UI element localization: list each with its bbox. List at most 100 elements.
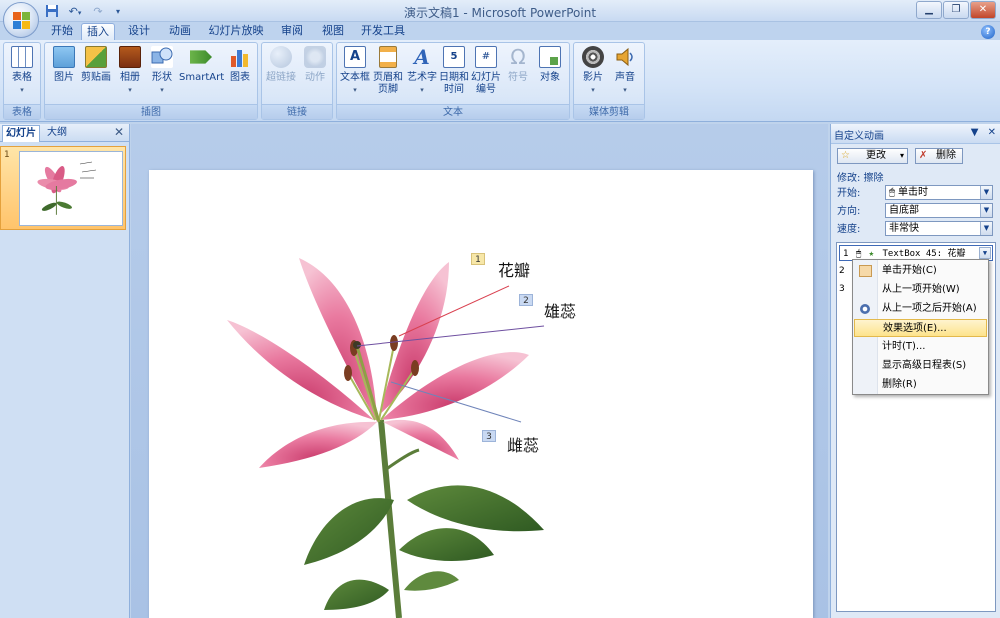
slides-pane-tabs: 幻灯片 大纲 ✕ [0,124,129,142]
sound-button[interactable]: 声音 ▾ [610,46,640,96]
slide-thumbnail-selected[interactable]: 1 [0,146,126,230]
tab-animations[interactable]: 动画 [163,23,197,41]
close-icon[interactable]: ✕ [988,127,996,138]
table-icon [11,46,33,68]
help-icon[interactable]: ? [981,25,995,39]
speed-select[interactable]: 非常快 ▼ [885,221,993,236]
shapes-button[interactable]: 形状 ▾ [147,46,177,96]
smartart-button[interactable]: SmartArt [179,46,224,84]
animation-list-item[interactable]: 2 [839,263,845,279]
menu-item-remove[interactable]: 删除(R) [854,376,987,394]
clock-icon [860,304,870,314]
smartart-icon [190,50,212,64]
callout-2-marker[interactable]: 2 [519,294,533,306]
textbox-button[interactable]: A 文本框 ▾ [339,46,371,96]
minimize-icon[interactable]: ▁ [916,1,942,19]
animation-list-item[interactable]: 3 [839,281,845,297]
slide-thumbnail[interactable] [19,151,123,226]
action-icon [304,46,326,68]
tab-insert[interactable]: 插入 [81,23,115,41]
office-logo-icon [13,12,31,30]
group-label-illustrations: 插图 [45,104,257,119]
menu-item-advanced-timeline[interactable]: 显示高级日程表(S) [854,357,987,375]
chart-button[interactable]: 图表 [225,46,255,84]
animation-context-menu: 单击开始(C) 从上一项开始(W) 从上一项之后开始(A) 效果选项(E)...… [852,259,989,395]
menu-item-start-on-click[interactable]: 单击开始(C) [854,262,987,280]
start-label: 开始: [837,188,861,199]
picture-button[interactable]: 图片 [49,46,79,84]
symbol-button[interactable]: Ω 符号 [503,46,533,84]
group-text: A 文本框 ▾ 页眉和 页脚 A 艺术字 ▾ 5 日期和 时间 # 幻灯片 编号 Ω 符号… [336,42,570,120]
task-pane-controls: ▼ ✕ [971,127,996,138]
header-footer-icon [379,46,397,68]
menu-item-start-after-previous[interactable]: 从上一项之后开始(A) [854,300,987,318]
calendar-icon: 5 [443,46,465,68]
wordart-icon: A [414,45,430,69]
direction-label: 方向: [837,206,861,217]
photo-album-icon [119,46,141,68]
omega-icon: Ω [510,45,526,69]
slides-pane: 幻灯片 大纲 ✕ 1 [0,124,130,618]
tab-home[interactable]: 开始 [44,23,80,41]
task-pane-header: 自定义动画 ▼ ✕ [831,124,1000,144]
remove-effect-button[interactable]: ✗ 删除 [915,148,963,164]
office-button[interactable] [3,2,39,38]
object-icon [539,46,561,68]
tab-outline[interactable]: 大纲 [44,125,70,142]
chevron-down-icon[interactable]: ▼ [979,247,991,259]
group-label-table: 表格 [4,104,40,119]
chevron-down-icon: ▾ [899,151,904,160]
textbox-icon: A [344,46,366,68]
hyperlink-button[interactable]: 超链接 [264,46,298,84]
task-pane-title: 自定义动画 [834,131,884,142]
menu-item-effect-options[interactable]: 效果选项(E)... [854,319,987,337]
close-icon[interactable]: ✕ [970,1,996,19]
menu-item-timing[interactable]: 计时(T)... [854,338,987,356]
change-effect-button[interactable]: ☆ 更改 ▾ [837,148,908,164]
close-icon[interactable]: ✕ [114,125,124,139]
tab-developer[interactable]: 开发工具 [357,23,409,41]
lily-illustration [227,258,545,618]
callout-1-label[interactable]: 花瓣 [498,257,530,281]
movie-button[interactable]: 影片 ▾ [578,46,608,96]
tab-slideshow[interactable]: 幻灯片放映 [204,23,268,41]
chart-icon [229,46,251,68]
menu-item-start-with-previous[interactable]: 从上一项开始(W) [854,281,987,299]
slide-canvas[interactable]: 1 花瓣 2 雄蕊 3 雌蕊 [149,170,813,618]
slide-number-button[interactable]: # 幻灯片 编号 [469,46,503,96]
title-bar: ↶▾ ↷ ▾ 演示文稿1 - Microsoft PowerPoint ▁ ❐ … [0,0,1000,22]
group-label-media: 媒体剪辑 [574,104,644,119]
tab-review[interactable]: 审阅 [275,23,309,41]
film-reel-icon [582,46,604,68]
datetime-button[interactable]: 5 日期和 时间 [439,46,469,96]
restore-icon[interactable]: ❐ [943,1,969,19]
tab-design[interactable]: 设计 [122,23,156,41]
album-button[interactable]: 相册 ▾ [115,46,145,96]
chevron-down-icon: ▼ [980,204,992,217]
callout-1-marker[interactable]: 1 [471,253,485,265]
clipart-icon [85,46,107,68]
tab-slides[interactable]: 幻灯片 [2,125,40,142]
object-button[interactable]: 对象 [535,46,565,84]
pane-options-icon[interactable]: ▼ [971,127,979,138]
remove-icon: ✗ [919,150,928,161]
start-select[interactable]: 🖱 单击时 ▼ [885,185,993,200]
clipart-button[interactable]: 剪贴画 [79,46,113,84]
header-footer-button[interactable]: 页眉和 页脚 [371,46,405,96]
tab-view[interactable]: 视图 [316,23,350,41]
callout-3-label[interactable]: 雌蕊 [507,432,539,456]
callout-2-label[interactable]: 雄蕊 [544,298,576,322]
table-button[interactable]: 表格 ▾ [6,46,38,96]
effect-star-icon: ★ [868,249,875,259]
wordart-button[interactable]: A 艺术字 ▾ [405,46,439,96]
group-label-text: 文本 [337,104,569,119]
callout-3-marker[interactable]: 3 [482,430,496,442]
hyperlink-globe-icon [270,46,292,68]
group-table: 表格 ▾ 表格 [3,42,41,120]
ribbon: 表格 ▾ 表格 图片 剪贴画 相册 ▾ 形状 ▾ SmartArt 图表 插图 … [0,40,1000,122]
window-title: 演示文稿1 - Microsoft PowerPoint [403,6,597,20]
group-label-links: 链接 [262,104,332,119]
direction-select[interactable]: 自底部 ▼ [885,203,993,218]
action-button[interactable]: 动作 [300,46,330,84]
group-links: 超链接 动作 链接 [261,42,333,120]
